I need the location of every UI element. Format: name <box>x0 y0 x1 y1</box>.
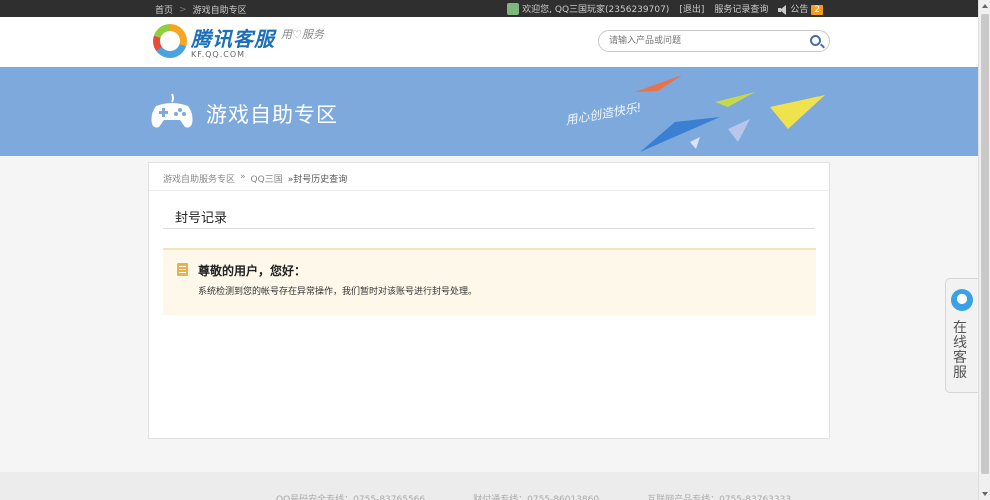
section-title: 封号记录 <box>175 211 228 226</box>
banner-title: 游戏自助专区 <box>206 103 338 127</box>
welcome-text: 欢迎您, QQ三国玩家(2356239707) <box>522 4 670 15</box>
footer-hotline: QQ号码安全专线：0755-83765566 <box>276 495 426 500</box>
divider <box>163 228 815 229</box>
breadcrumb-separator: » <box>240 172 246 182</box>
scroll-thumb[interactable] <box>981 14 989 474</box>
scroll-down-icon[interactable] <box>982 492 988 496</box>
speaker-icon <box>778 5 788 15</box>
customer-service-icon <box>951 289 973 311</box>
announcement-label: 公告 <box>790 5 809 15</box>
home-link[interactable]: 首页 <box>155 3 173 16</box>
document-icon <box>177 263 188 276</box>
site-header: 腾讯客服 KF.QQ.COM 用♡服务 <box>0 17 978 67</box>
logo[interactable]: 腾讯客服 KF.QQ.COM 用♡服务 <box>153 23 324 59</box>
banner: 游戏自助专区 用心创造快乐! <box>0 67 978 156</box>
top-breadcrumb: 首页 > 游戏自助专区 <box>155 3 247 17</box>
user-bar: 欢迎您, QQ三国玩家(2356239707) [退出] 服务记录查询 公告 2 <box>507 1 823 16</box>
gamepad-icon <box>151 93 193 128</box>
logout-link[interactable]: [退出] <box>679 2 704 15</box>
divider <box>149 190 829 191</box>
search-input[interactable] <box>609 34 799 48</box>
online-service-button[interactable]: 在线客服 <box>945 278 978 393</box>
section-link[interactable]: 游戏自助专区 <box>193 3 247 16</box>
footer-hotline: 财付通专线：0755-86013860 <box>473 495 600 500</box>
qq-logo-icon <box>153 24 187 58</box>
main-card: 游戏自助服务专区 » QQ三国 »封号历史查询 封号记录 尊敬的用户，您好： 系… <box>148 162 830 439</box>
qq-avatar-icon <box>507 3 520 16</box>
top-nav-bar: 首页 > 游戏自助专区 欢迎您, QQ三国玩家(2356239707) [退出]… <box>0 0 978 17</box>
scroll-up-icon[interactable] <box>982 4 988 8</box>
logo-text: 腾讯客服 KF.QQ.COM <box>191 23 275 59</box>
logo-title: 腾讯客服 <box>191 27 275 51</box>
announcement-badge: 2 <box>811 5 823 15</box>
online-service-label: 在线客服 <box>953 320 967 381</box>
announcement-link[interactable]: 公告 2 <box>778 2 823 15</box>
footer-hotlines: QQ号码安全专线：0755-83765566 财付通专线：0755-860138… <box>276 492 791 500</box>
breadcrumb: 游戏自助服务专区 » QQ三国 »封号历史查询 <box>163 172 347 185</box>
notice-box: 尊敬的用户，您好： 系统检测到您的帐号存在异常操作，我们暂时对该账号进行封号处理… <box>163 248 816 315</box>
breadcrumb-current: »封号历史查询 <box>287 175 348 185</box>
breadcrumb-separator: > <box>179 4 187 15</box>
logo-slogan: 用♡服务 <box>281 28 324 41</box>
service-records-link[interactable]: 服务记录查询 <box>714 2 768 15</box>
footer-hotline: 互联网产品专线：0755-83763333 <box>647 495 792 500</box>
page-scrollbar[interactable] <box>978 0 990 500</box>
notice-greeting: 尊敬的用户，您好： <box>198 264 307 278</box>
breadcrumb-qq-sanguo[interactable]: QQ三国 <box>251 172 283 185</box>
search-icon[interactable] <box>810 35 821 46</box>
footer: QQ号码安全专线：0755-83765566 财付通专线：0755-860138… <box>0 472 978 500</box>
breadcrumb-self-service[interactable]: 游戏自助服务专区 <box>163 172 235 185</box>
user-welcome: 欢迎您, QQ三国玩家(2356239707) <box>507 2 669 16</box>
paper-planes-decoration <box>635 75 825 152</box>
search-box <box>598 30 830 52</box>
notice-message: 系统检测到您的帐号存在异常操作，我们暂时对该账号进行封号处理。 <box>198 287 478 297</box>
